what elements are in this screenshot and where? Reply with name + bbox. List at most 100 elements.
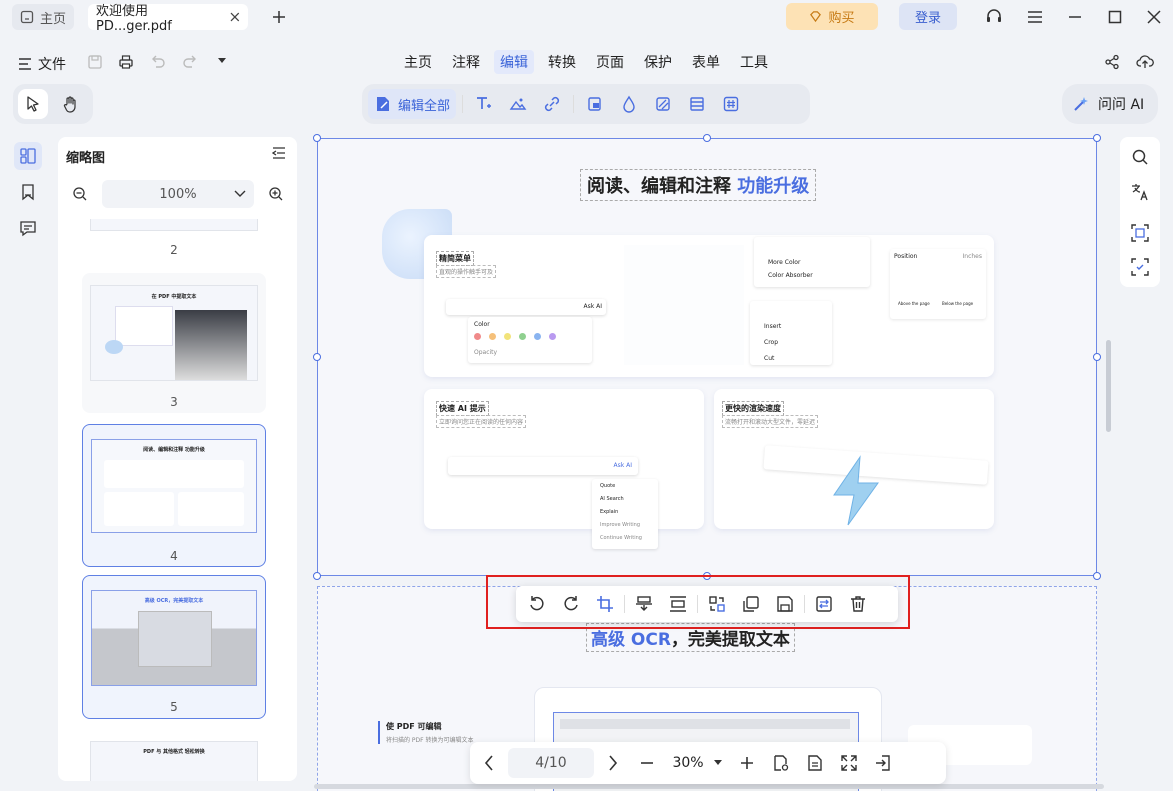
tab-home[interactable]: 主页 — [12, 4, 74, 30]
file-menu[interactable]: 文件 — [18, 54, 66, 74]
resize-handle[interactable] — [313, 134, 321, 142]
menu-protect[interactable]: 保护 — [638, 50, 678, 74]
thumbnail-page-6[interactable]: PDF 与 其他格式 轻松转换 — [82, 737, 266, 781]
flip-horizontal-button[interactable] — [661, 587, 695, 621]
cloud-upload-button[interactable] — [1136, 53, 1154, 69]
bates-number-tool[interactable] — [716, 89, 746, 119]
selected-image[interactable]: 阅读、编辑和注释 功能升级 精简菜单 直观的操作触手可及 Ask AI Colo… — [313, 134, 1101, 580]
edit-text-tool[interactable] — [469, 89, 499, 119]
zoom-in-button[interactable] — [730, 746, 764, 780]
quick-access-dropdown[interactable] — [217, 57, 227, 65]
right-tool-strip — [1120, 137, 1160, 287]
thumbnails-panel-button[interactable] — [14, 142, 42, 170]
zoom-out-thumbs-button[interactable] — [72, 186, 88, 202]
menu-tools[interactable]: 工具 — [734, 50, 774, 74]
feature-card-ai: 快速 AI 提示 立即询问您正在阅读的任何内容 Ask AI Quote AI … — [424, 389, 704, 549]
menu-button[interactable] — [1024, 6, 1046, 28]
cursor-tools — [13, 84, 93, 124]
horizontal-scrollbar[interactable] — [314, 784, 1104, 789]
replace-image-button[interactable] — [700, 587, 734, 621]
link-icon — [544, 96, 560, 112]
flip-vertical-button[interactable] — [627, 587, 661, 621]
translate-button[interactable] — [1128, 180, 1152, 204]
bookmarks-panel-button[interactable] — [14, 178, 42, 206]
vertical-scrollbar[interactable] — [1106, 340, 1111, 432]
edit-link-tool[interactable] — [537, 89, 567, 119]
chevron-left-icon — [484, 755, 493, 771]
exit-view-button[interactable] — [866, 746, 900, 780]
document-canvas[interactable]: 阅读、编辑和注释 功能升级 精简菜单 直观的操作触手可及 Ask AI Colo… — [304, 130, 1114, 791]
fit-page-button[interactable] — [764, 746, 798, 780]
header-footer-tool[interactable] — [682, 89, 712, 119]
resize-handle[interactable] — [1093, 572, 1101, 580]
search-button[interactable] — [1128, 145, 1152, 169]
save-image-button[interactable] — [768, 587, 802, 621]
maximize-button[interactable] — [1104, 6, 1126, 28]
zoom-select[interactable]: 30% — [664, 755, 730, 771]
thumbnail-zoom-select[interactable]: 100% — [102, 180, 254, 208]
flip-horizontal-icon — [670, 596, 686, 612]
mini-color-absorber: Color Absorber — [768, 272, 813, 279]
resize-handle[interactable] — [1093, 353, 1101, 361]
zoom-in-thumbs-button[interactable] — [268, 186, 284, 202]
thumbnail-page-3[interactable]: 在 PDF 中提取文本 3 — [82, 273, 266, 413]
thumbnail-page-number: 2 — [170, 243, 178, 257]
thumbnail-page-5[interactable]: 高级 OCR，完美提取文本 5 — [82, 575, 266, 719]
share-button[interactable] — [1104, 54, 1120, 70]
previous-page-button[interactable] — [472, 746, 506, 780]
undo-button[interactable] — [150, 54, 166, 70]
rotate-right-button[interactable] — [554, 587, 588, 621]
redo-button[interactable] — [182, 54, 198, 70]
background-icon — [656, 97, 670, 111]
extract-image-button[interactable] — [807, 587, 841, 621]
resize-handle[interactable] — [703, 134, 711, 142]
crop-image-button[interactable] — [588, 587, 622, 621]
hand-tool[interactable] — [56, 89, 86, 119]
fullscreen-button[interactable] — [832, 746, 866, 780]
delete-image-button[interactable] — [841, 587, 875, 621]
login-button[interactable]: 登录 — [899, 3, 957, 30]
edit-all-button[interactable]: 编辑全部 — [368, 89, 457, 119]
rotate-left-button[interactable] — [520, 587, 554, 621]
thumbnail-page-2[interactable]: 2 — [82, 219, 266, 263]
print-button[interactable] — [118, 54, 134, 70]
single-page-button[interactable] — [798, 746, 832, 780]
ocr-feature-label: 使 PDF 可编辑 将扫描的 PDF 转换为可编辑文本 — [378, 721, 474, 744]
tab-document[interactable]: 欢迎使用 PD...ger.pdf — [88, 4, 248, 34]
menu-edit[interactable]: 编辑 — [494, 50, 534, 74]
mini-ask-ai: Ask AI — [583, 303, 603, 310]
menu-form[interactable]: 表单 — [686, 50, 726, 74]
minimize-button[interactable] — [1064, 6, 1086, 28]
copy-image-button[interactable] — [734, 587, 768, 621]
watermark-tool[interactable] — [614, 89, 644, 119]
page-number-input[interactable]: 4/10 — [508, 748, 594, 778]
crop-page-tool[interactable] — [580, 89, 610, 119]
select-tool[interactable] — [18, 89, 48, 119]
menu-home[interactable]: 主页 — [398, 50, 438, 74]
new-tab-button[interactable] — [268, 6, 290, 28]
screenshot-button[interactable] — [1128, 255, 1152, 279]
resize-handle[interactable] — [313, 353, 321, 361]
menu-convert[interactable]: 转换 — [542, 50, 582, 74]
background-tool[interactable] — [648, 89, 678, 119]
buy-label: 购买 — [828, 11, 855, 26]
comments-panel-button[interactable] — [14, 214, 42, 242]
edit-image-tool[interactable] — [503, 89, 533, 119]
resize-handle[interactable] — [1093, 134, 1101, 142]
close-window-button[interactable] — [1143, 6, 1165, 28]
buy-button[interactable]: 购买 — [786, 3, 878, 30]
menu-page[interactable]: 页面 — [590, 50, 630, 74]
ask-ai-button[interactable]: 问问 AI — [1062, 84, 1158, 124]
next-page-button[interactable] — [596, 746, 630, 780]
collapse-panel-button[interactable] — [272, 146, 286, 160]
thumbnail-page-4[interactable]: 阅读、编辑和注释 功能升级 2 4 — [82, 424, 266, 567]
menu-comment[interactable]: 注释 — [446, 50, 486, 74]
save-button[interactable] — [87, 54, 103, 70]
headset-icon — [987, 9, 1001, 22]
close-tab-icon[interactable] — [230, 12, 240, 22]
resize-handle[interactable] — [313, 572, 321, 580]
zoom-out-button[interactable] — [630, 746, 664, 780]
ocr-button[interactable] — [1128, 221, 1152, 245]
support-button[interactable] — [983, 6, 1005, 28]
expand-icon — [841, 755, 857, 771]
